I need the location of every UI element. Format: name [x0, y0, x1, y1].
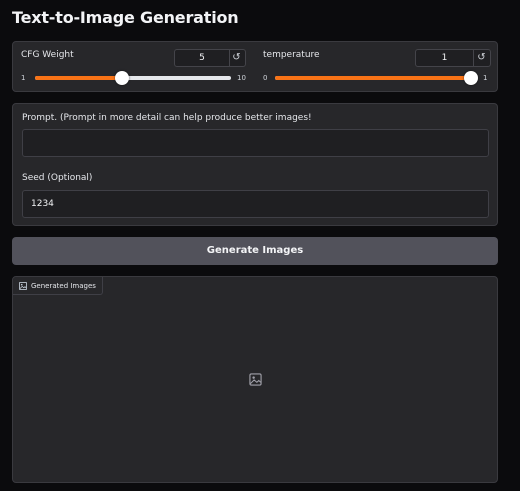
temperature-label: temperature	[263, 50, 320, 60]
image-icon	[19, 281, 27, 290]
generated-images-tab: Generated Images	[13, 277, 103, 295]
prompt-label: Prompt. (Prompt in more detail can help …	[22, 113, 312, 123]
temperature-slider-thumb[interactable]	[464, 71, 478, 85]
sliders-panel: CFG Weight 5 ↺ 1 10 temperature 1 ↺ 0 1	[12, 41, 498, 92]
cfg-weight-label: CFG Weight	[21, 50, 74, 60]
generated-images-tab-label: Generated Images	[31, 281, 96, 290]
generated-images-panel: Generated Images	[12, 276, 498, 483]
cfg-weight-slider-thumb[interactable]	[115, 71, 130, 85]
temperature-slider[interactable]	[275, 71, 478, 85]
temperature-number-field[interactable]: 1 ↺	[415, 49, 491, 67]
cfg-weight-min: 1	[21, 74, 26, 82]
generate-images-button[interactable]: Generate Images	[12, 237, 498, 265]
reset-icon[interactable]: ↺	[473, 50, 490, 66]
cfg-weight-max: 10	[237, 74, 246, 82]
image-placeholder-icon	[249, 373, 262, 386]
cfg-weight-value[interactable]: 5	[175, 50, 230, 66]
temperature-min: 0	[263, 74, 268, 82]
temperature-max: 1	[483, 74, 488, 82]
prompt-input[interactable]	[22, 129, 489, 157]
reset-icon[interactable]: ↺	[228, 50, 245, 66]
cfg-weight-slider[interactable]	[35, 71, 231, 85]
cfg-weight-slider-fill	[35, 76, 123, 80]
seed-label: Seed (Optional)	[22, 173, 93, 183]
cfg-weight-number-field[interactable]: 5 ↺	[174, 49, 246, 67]
page-title: Text-to-Image Generation	[12, 8, 239, 27]
cfg-weight-slider-block: CFG Weight 5 ↺ 1 10	[13, 42, 253, 93]
seed-input[interactable]	[22, 190, 489, 218]
temperature-slider-fill	[275, 76, 471, 80]
temperature-value[interactable]: 1	[416, 50, 474, 66]
temperature-slider-block: temperature 1 ↺ 0 1	[255, 42, 499, 93]
inputs-panel: Prompt. (Prompt in more detail can help …	[12, 103, 498, 226]
